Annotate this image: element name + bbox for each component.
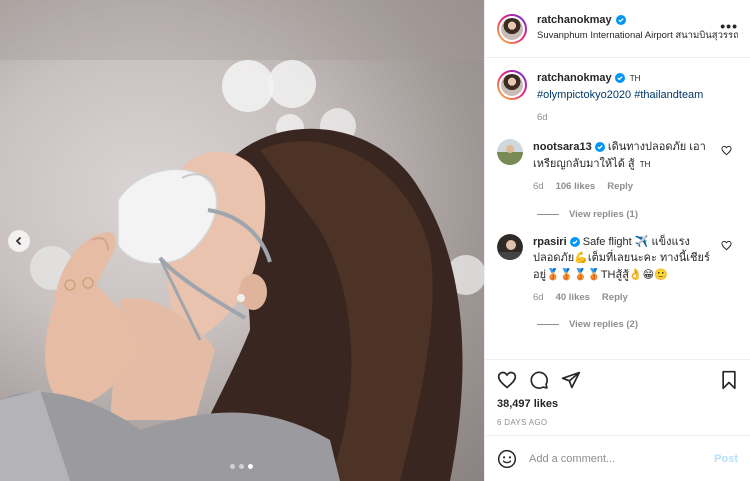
comment-language-tag: TH	[639, 159, 651, 169]
instagram-post-view: ratchanokmay Suvanphum International Air…	[0, 0, 750, 481]
caption-avatar[interactable]	[497, 70, 527, 100]
comment-input[interactable]	[529, 452, 715, 465]
carousel-dot	[230, 464, 235, 469]
view-replies-label: View replies (1)	[569, 208, 638, 220]
more-options-icon[interactable]: •••	[720, 18, 738, 34]
verified-badge-icon	[615, 15, 626, 25]
caption-username[interactable]: ratchanokmay	[537, 70, 612, 87]
comment-body: rpasiri Safe flight ✈️ แข็งแรงปลอดภัย💪เต…	[533, 234, 738, 306]
hashtag-link[interactable]: #olympictokyo2020	[537, 89, 631, 101]
commenter-avatar[interactable]	[497, 233, 523, 260]
post-header: ratchanokmay Suvanphum International Air…	[485, 0, 750, 58]
comment-meta: 6d 40 likes Reply	[533, 291, 720, 305]
caption-language-tag: TH	[629, 74, 641, 83]
reply-button[interactable]: Reply	[602, 291, 628, 305]
comment-item: nootsara13 เดินทางปลอดภัย เอาเหรียญกลับม…	[497, 139, 738, 194]
likes-count[interactable]: 38,497 likes	[497, 398, 738, 410]
like-heart-icon[interactable]	[497, 370, 517, 390]
header-text: ratchanokmay Suvanphum International Air…	[537, 14, 738, 43]
caption-age: 6d	[537, 112, 548, 123]
comment-item: rpasiri Safe flight ✈️ แข็งแรงปลอดภัย💪เต…	[497, 233, 738, 306]
carousel-indicator	[230, 464, 253, 469]
comment-username[interactable]: nootsara13	[533, 139, 592, 156]
verified-badge-icon	[614, 73, 625, 84]
comment-age: 6d	[533, 181, 544, 193]
view-replies-button[interactable]: View replies (1)	[537, 209, 738, 220]
comment-body: nootsara13 เดินทางปลอดภัย เอาเหรียญกลับม…	[533, 139, 738, 194]
comment-likes[interactable]: 40 likes	[556, 291, 590, 305]
view-replies-button[interactable]: View replies (2)	[537, 319, 738, 330]
verified-badge-icon	[594, 142, 605, 153]
save-bookmark-icon[interactable]	[720, 370, 738, 390]
hashtag-link[interactable]: #thailandteam	[634, 89, 703, 101]
caption: ratchanokmay TH #olympictokyo2020 #thail…	[497, 70, 738, 125]
post-photo[interactable]	[0, 0, 484, 481]
comments-list[interactable]: ratchanokmay TH #olympictokyo2020 #thail…	[485, 58, 750, 359]
verified-badge-icon	[569, 236, 580, 247]
reply-button[interactable]: Reply	[607, 180, 633, 194]
like-comment-heart-icon[interactable]	[721, 145, 732, 156]
action-icons	[497, 370, 738, 390]
post-comment-button[interactable]: Post	[714, 453, 738, 465]
carousel-dot-active	[248, 464, 253, 469]
commenter-avatar[interactable]	[497, 139, 523, 166]
post-actions: 38,497 likes 6 DAYS AGO	[485, 359, 750, 435]
photo-illustration	[0, 0, 484, 481]
add-comment-bar: Post	[485, 435, 750, 481]
header-username-row: ratchanokmay	[537, 14, 626, 26]
author-avatar[interactable]	[497, 13, 527, 44]
carousel-dot	[239, 464, 244, 469]
view-replies-label: View replies (2)	[569, 319, 638, 331]
comment-likes[interactable]: 106 likes	[556, 180, 596, 194]
caption-body: ratchanokmay TH #olympictokyo2020 #thail…	[537, 70, 738, 125]
comment-meta: 6d 106 likes Reply	[533, 180, 720, 194]
caption-meta: 6d	[537, 111, 720, 125]
comment-username[interactable]: rpasiri	[533, 234, 567, 251]
post-date[interactable]: 6 DAYS AGO	[497, 418, 738, 427]
emoji-smiley-icon[interactable]	[497, 449, 517, 469]
comment-bubble-icon[interactable]	[529, 370, 549, 390]
like-comment-heart-icon[interactable]	[721, 240, 732, 251]
share-paper-plane-icon[interactable]	[561, 370, 581, 390]
location-link[interactable]: Suvanphum International Airport สนามบินส…	[537, 28, 738, 43]
header-username[interactable]: ratchanokmay	[537, 14, 612, 26]
post-side-panel: ratchanokmay Suvanphum International Air…	[484, 0, 750, 481]
previous-photo-button[interactable]	[8, 230, 30, 252]
comment-age: 6d	[533, 292, 544, 303]
chevron-left-icon	[15, 236, 22, 246]
